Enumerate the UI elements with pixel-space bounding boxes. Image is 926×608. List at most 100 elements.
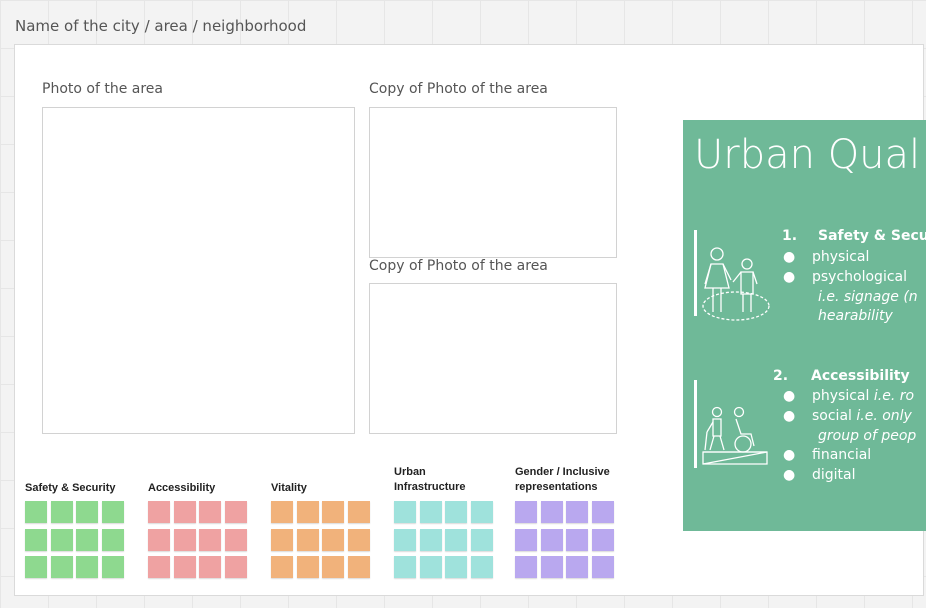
bullet-text: digital bbox=[812, 467, 856, 483]
item-2-title: Accessibility bbox=[811, 368, 910, 384]
sticky-note[interactable] bbox=[322, 501, 344, 523]
bullet-icon: ● bbox=[783, 388, 796, 404]
sticky-note[interactable] bbox=[50, 528, 73, 551]
sticky-note[interactable] bbox=[566, 501, 588, 523]
sticky-note[interactable] bbox=[76, 501, 98, 523]
card-title: Urban Qual bbox=[694, 132, 921, 178]
sticky-note[interactable] bbox=[25, 556, 47, 578]
sticky-note[interactable] bbox=[271, 528, 293, 551]
divider-bar bbox=[694, 230, 697, 316]
sticky-note[interactable] bbox=[173, 556, 196, 578]
sticky-note[interactable] bbox=[173, 528, 196, 551]
sticky-note[interactable] bbox=[566, 556, 588, 578]
sticky-note[interactable] bbox=[199, 556, 221, 578]
sticky-note[interactable] bbox=[347, 528, 370, 551]
sticky-note[interactable] bbox=[470, 501, 493, 523]
photo-copy-placeholder[interactable] bbox=[369, 107, 617, 258]
photo-placeholder[interactable] bbox=[42, 107, 355, 434]
sticky-note[interactable] bbox=[199, 528, 221, 551]
sticky-note[interactable] bbox=[515, 556, 537, 578]
sticky-note[interactable] bbox=[394, 556, 416, 578]
sticky-note[interactable] bbox=[148, 501, 170, 523]
bullet-text: financial bbox=[812, 447, 872, 463]
category-label-accessibility: Accessibility bbox=[148, 482, 216, 494]
sticky-note[interactable] bbox=[296, 501, 319, 523]
bullet-icon: ● bbox=[783, 467, 796, 483]
item-1-bullet-2-cont-2: hearability bbox=[818, 308, 893, 324]
item-2-bullet-3: ● financial bbox=[783, 446, 871, 466]
sticky-grid-vitality bbox=[271, 501, 370, 578]
accessibility-icon bbox=[702, 406, 768, 465]
sticky-note[interactable] bbox=[419, 501, 442, 523]
item-2-bullet-1: ● physical i.e. ro bbox=[783, 387, 914, 407]
sticky-note[interactable] bbox=[50, 556, 73, 578]
sticky-note[interactable] bbox=[419, 528, 442, 551]
sticky-note[interactable] bbox=[224, 556, 247, 578]
sticky-note[interactable] bbox=[591, 501, 614, 523]
sticky-note[interactable] bbox=[470, 528, 493, 551]
sticky-note[interactable] bbox=[296, 528, 319, 551]
sticky-grid-gender-inclusive bbox=[515, 501, 614, 578]
sticky-note[interactable] bbox=[394, 528, 416, 551]
category-label-vitality: Vitality bbox=[271, 482, 307, 494]
sticky-grid-urban-infrastructure bbox=[394, 501, 493, 578]
sticky-note[interactable] bbox=[540, 501, 563, 523]
bullet-icon: ● bbox=[783, 249, 796, 265]
bullet-text: social bbox=[812, 408, 857, 424]
bullet-text: physical bbox=[812, 249, 870, 265]
bullet-text: physical bbox=[812, 388, 874, 404]
bullet-icon: ● bbox=[783, 447, 796, 463]
sticky-note[interactable] bbox=[148, 528, 170, 551]
sticky-note[interactable] bbox=[199, 501, 221, 523]
photo-copy-2-placeholder[interactable] bbox=[369, 283, 617, 434]
sticky-note[interactable] bbox=[347, 501, 370, 523]
item-1-bullet-2: ● psychological bbox=[783, 268, 907, 288]
sticky-note[interactable] bbox=[445, 528, 467, 551]
sticky-note[interactable] bbox=[173, 501, 196, 523]
sticky-note[interactable] bbox=[515, 528, 537, 551]
sticky-note[interactable] bbox=[296, 556, 319, 578]
urban-quality-card[interactable]: Urban Qual 1. Safety & Secu ● physical ● p… bbox=[683, 120, 926, 531]
sticky-note[interactable] bbox=[445, 501, 467, 523]
sticky-grid-safety bbox=[25, 501, 124, 578]
item-1-number: 1. bbox=[782, 228, 798, 244]
sticky-note[interactable] bbox=[148, 556, 170, 578]
sticky-note[interactable] bbox=[591, 556, 614, 578]
sticky-note[interactable] bbox=[445, 556, 467, 578]
sticky-note[interactable] bbox=[25, 528, 47, 551]
bullet-text-italic: i.e. ro bbox=[873, 388, 915, 404]
sticky-note[interactable] bbox=[566, 528, 588, 551]
sticky-note[interactable] bbox=[101, 501, 124, 523]
sticky-note[interactable] bbox=[224, 501, 247, 523]
sticky-note[interactable] bbox=[347, 556, 370, 578]
sticky-note[interactable] bbox=[322, 528, 344, 551]
sticky-note[interactable] bbox=[271, 501, 293, 523]
sticky-note[interactable] bbox=[50, 501, 73, 523]
sticky-note[interactable] bbox=[470, 556, 493, 578]
photo-label: Photo of the area bbox=[42, 81, 163, 97]
sticky-note[interactable] bbox=[224, 528, 247, 551]
sticky-note[interactable] bbox=[322, 556, 344, 578]
item-2-number: 2. bbox=[773, 368, 789, 384]
category-label-urban-infrastructure: Urban Infrastructure bbox=[394, 466, 466, 493]
bullet-icon: ● bbox=[783, 269, 796, 285]
sticky-note[interactable] bbox=[591, 528, 614, 551]
sticky-note[interactable] bbox=[101, 528, 124, 551]
sticky-note[interactable] bbox=[540, 528, 563, 551]
sticky-note[interactable] bbox=[76, 528, 98, 551]
category-label-gender-inclusive: Gender / Inclusive representations bbox=[515, 466, 610, 493]
frame-title[interactable]: Name of the city / area / neighborhood bbox=[15, 17, 306, 35]
item-2-bullet-2-cont: group of peop bbox=[818, 428, 917, 444]
category-label-safety: Safety & Security bbox=[25, 482, 116, 494]
sticky-note[interactable] bbox=[25, 501, 47, 523]
item-2-bullet-4: ● digital bbox=[783, 466, 856, 486]
sticky-note[interactable] bbox=[101, 556, 124, 578]
sticky-note[interactable] bbox=[515, 501, 537, 523]
sticky-note[interactable] bbox=[540, 556, 563, 578]
sticky-note[interactable] bbox=[271, 556, 293, 578]
sticky-note[interactable] bbox=[76, 556, 98, 578]
sticky-grid-accessibility bbox=[148, 501, 247, 578]
sticky-note[interactable] bbox=[419, 556, 442, 578]
sticky-note[interactable] bbox=[394, 501, 416, 523]
divider-bar bbox=[694, 380, 697, 468]
